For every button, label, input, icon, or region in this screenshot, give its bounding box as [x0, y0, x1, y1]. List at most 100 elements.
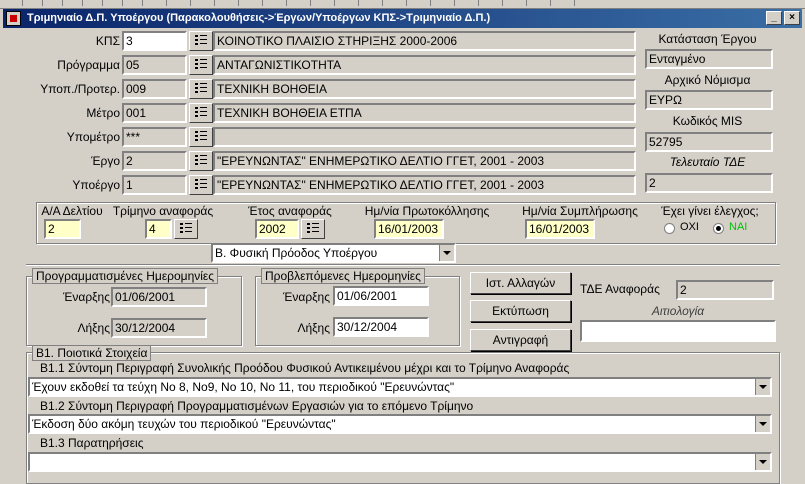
kps-desc-field: ΚΟΙΝΟΤΙΚΟ ΠΛΑΙΣΙΟ ΣΤΗΡΙΞΗΣ 2000-2006	[213, 31, 636, 51]
year-field[interactable]: 2002	[255, 219, 299, 239]
checked-no-radio[interactable]	[664, 223, 675, 234]
toolbar-button[interactable]	[244, 0, 263, 6]
quarter-label: Τρίμηνο αναφοράς	[112, 204, 214, 218]
minimize-button[interactable]: _	[766, 11, 782, 25]
chevron-down-icon[interactable]	[755, 454, 770, 470]
subproject-lov-button[interactable]	[189, 175, 213, 195]
b12-field[interactable]: Έκδοση δύο ακόμη τευχών του περιοδικού "…	[28, 414, 772, 434]
toolbar-button[interactable]	[124, 0, 143, 6]
project-label: Έργο	[91, 154, 120, 168]
close-button[interactable]: ×	[784, 11, 800, 25]
priority-code-field[interactable]: 009	[122, 79, 187, 99]
forecast-start-label: Έναρξης	[282, 290, 330, 304]
toolbar-button[interactable]	[364, 0, 383, 6]
forecast-dates-title: Προβλεπόμενες Ημερομηνίες	[261, 268, 425, 284]
toolbar-button[interactable]	[4, 0, 23, 6]
project-desc-field: "ΕΡΕΥΝΩΝΤΑΣ" ΕΝΗΜΕΡΩΤΙΚΟ ΔΕΛΤΙΟ ΓΓΕΤ, 20…	[213, 151, 636, 171]
tde-ref-label: ΤΔΕ Αναφοράς	[580, 282, 660, 296]
completion-date-label: Ημ/νία Συμπλήρωσης	[522, 204, 638, 218]
toolbar-button[interactable]	[556, 0, 575, 6]
toolbar-button[interactable]	[388, 0, 407, 6]
status-label: Κατάσταση Έργου	[658, 32, 757, 46]
toolbar-button[interactable]	[436, 0, 455, 6]
toolbar-button[interactable]	[340, 0, 359, 6]
forecast-start-field[interactable]: 01/06/2001	[333, 286, 429, 306]
window-title: Τριμηνιαίο Δ.Π. Υποέργου (Παρακολουθήσει…	[27, 12, 491, 24]
tde-ref-field: 2	[676, 280, 774, 300]
toolbar-button[interactable]	[64, 0, 83, 6]
toolbar-button[interactable]	[412, 0, 431, 6]
program-lov-button[interactable]	[189, 55, 213, 75]
planned-start-label: Έναρξης	[62, 290, 110, 304]
kps-lov-button[interactable]	[189, 31, 213, 51]
quarter-field[interactable]: 4	[145, 219, 172, 239]
protocol-date-field[interactable]: 16/01/2003	[374, 219, 444, 239]
section-select-value: Β. Φυσική Πρόοδος Υποέργου	[215, 246, 378, 260]
toolbar-button[interactable]	[172, 0, 191, 6]
checked-yes-radio[interactable]	[713, 223, 724, 234]
toolbar-button[interactable]	[44, 0, 63, 6]
measure-lov-button[interactable]	[189, 103, 213, 123]
year-lov-button[interactable]	[301, 219, 325, 239]
toolbar-button[interactable]	[84, 0, 103, 6]
forecast-end-field[interactable]: 30/12/2004	[333, 317, 429, 337]
project-lov-button[interactable]	[189, 151, 213, 171]
chevron-down-icon[interactable]	[755, 416, 770, 432]
program-code-field[interactable]: 05	[122, 55, 187, 75]
mis-field: 52795	[645, 132, 773, 152]
reason-field[interactable]	[580, 320, 776, 342]
project-code-field[interactable]: 2	[122, 151, 187, 171]
currency-field: ΕΥΡΩ	[645, 90, 773, 110]
toolbar-button[interactable]	[508, 0, 527, 6]
separator	[26, 264, 780, 266]
planned-end-label: Λήξης	[77, 321, 110, 335]
priority-label: Υποπ./Προτερ.	[40, 82, 120, 96]
toolbar-button[interactable]	[104, 0, 123, 6]
checked-label: Έχει γίνει έλεγχος;	[661, 204, 759, 218]
submeasure-code-field[interactable]: ***	[122, 127, 187, 147]
b13-field[interactable]	[28, 452, 772, 472]
toolbar-button[interactable]	[532, 0, 551, 6]
toolbar-button[interactable]	[24, 0, 43, 6]
toolbar-button[interactable]	[484, 0, 503, 6]
priority-lov-button[interactable]	[189, 79, 213, 99]
planned-dates-title: Προγραμματισμένες Ημερομηνίες	[32, 268, 219, 284]
qualitative-title: Β1. Ποιοτικά Στοιχεία	[32, 345, 152, 361]
priority-desc-field: ΤΕΧΝΙΚΗ ΒΟΗΘΕΙΑ	[213, 79, 636, 99]
chevron-down-icon[interactable]	[439, 245, 454, 261]
submeasure-lov-button[interactable]	[189, 127, 213, 147]
quarter-lov-button[interactable]	[174, 219, 198, 239]
toolbar-button[interactable]	[268, 0, 287, 6]
b12-value: Έκδοση δύο ακόμη τευχών του περιοδικού "…	[32, 417, 336, 431]
toolbar-button[interactable]	[316, 0, 335, 6]
measure-desc-field: ΤΕΧΝΙΚΗ ΒΟΗΘΕΙΑ ΕΤΠΑ	[213, 103, 636, 123]
history-button[interactable]: Ιστ. Αλλαγών	[470, 272, 571, 294]
toolbar-button[interactable]	[196, 0, 215, 6]
b11-field[interactable]: Έχουν εκδοθεί τα τεύχη Νο 8, Νο9, Νο 10,…	[28, 377, 772, 397]
submeasure-desc-field	[213, 127, 636, 147]
protocol-date-label: Ημ/νία Πρωτοκόλλησης	[364, 204, 490, 218]
completion-date-field[interactable]: 16/01/2003	[525, 219, 595, 239]
planned-end-field: 30/12/2004	[111, 318, 207, 338]
measure-code-field[interactable]: 001	[122, 103, 187, 123]
subproject-code-field[interactable]: 1	[122, 175, 187, 195]
kps-code-field[interactable]: 3	[122, 31, 187, 51]
toolbar	[0, 0, 805, 9]
report-number-field[interactable]: 2	[44, 219, 81, 239]
toolbar-button[interactable]	[220, 0, 239, 6]
window-titlebar[interactable]: Τριμηνιαίο Δ.Π. Υποέργου (Παρακολουθήσει…	[3, 9, 802, 28]
toolbar-button[interactable]	[292, 0, 311, 6]
subproject-label: Υποέργο	[72, 178, 120, 192]
chevron-down-icon[interactable]	[755, 379, 770, 395]
print-button[interactable]: Εκτύπωση	[470, 300, 571, 322]
toolbar-button[interactable]	[148, 0, 167, 6]
toolbar-button[interactable]	[460, 0, 479, 6]
section-select[interactable]: Β. Φυσική Πρόοδος Υποέργου	[211, 243, 456, 263]
report-number-label: Α/Α Δελτίου	[41, 204, 103, 218]
subproject-desc-field: "ΕΡΕΥΝΩΝΤΑΣ" ΕΝΗΜΕΡΩΤΙΚΟ ΔΕΛΤΙΟ ΓΓΕΤ, 20…	[213, 175, 636, 195]
status-field: Ενταγμένο	[645, 49, 773, 69]
b12-label: Β1.2 Σύντομη Περιγραφή Προγραμματισμένων…	[40, 399, 474, 413]
copy-button[interactable]: Αντιγραφή	[470, 329, 571, 351]
mis-label: Κωδικός MIS	[672, 114, 743, 128]
b11-label: Β1.1 Σύντομη Περιγραφή Συνολικής Προόδου…	[40, 361, 570, 375]
